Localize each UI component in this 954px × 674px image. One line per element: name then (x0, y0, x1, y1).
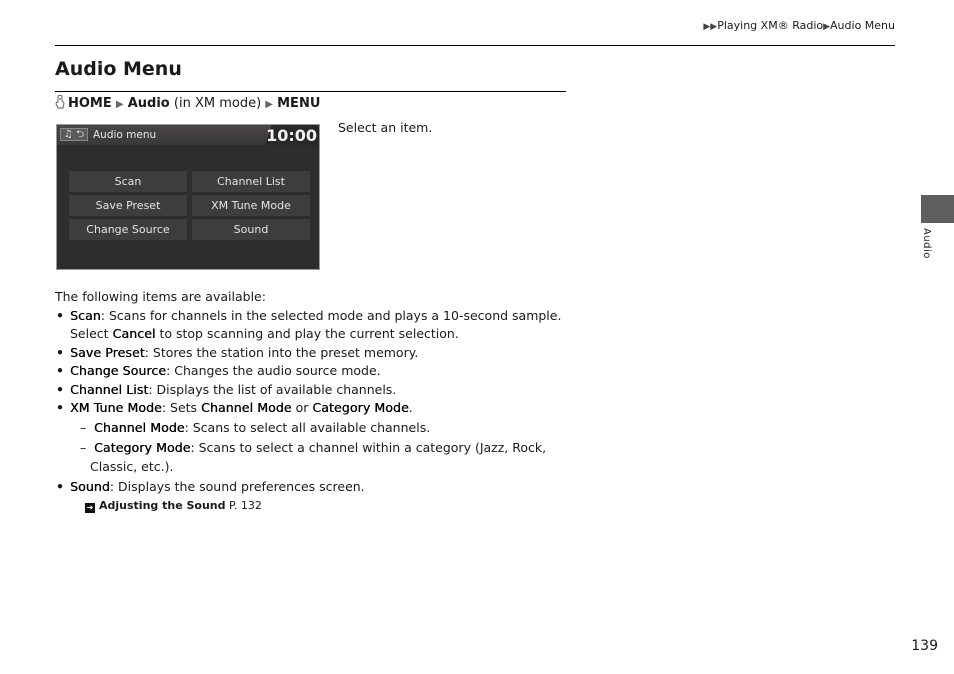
nav-menu: MENU (277, 96, 321, 111)
xref-label[interactable]: Adjusting the Sound (99, 499, 226, 512)
title-divider (55, 91, 566, 92)
section-tab-label: Audio (921, 228, 932, 259)
list-item: Change Source: Changes the audio source … (55, 362, 575, 381)
sub-list-item: – Category Mode: Scans to select a channe… (80, 440, 547, 474)
menu-grid: Scan Channel List Save Preset XM Tune Mo… (69, 171, 310, 240)
page-number: 139 (911, 638, 938, 654)
body-text: The following items are available: Scan:… (55, 288, 575, 515)
breadcrumb: ▶▶Playing XM® Radio▶Audio Menu (703, 19, 895, 32)
list-item: Save Preset: Stores the station into the… (55, 344, 575, 363)
arrow-icon: ▶ (115, 99, 124, 110)
clock: 10:00 (266, 126, 317, 145)
save-preset-button[interactable]: Save Preset (69, 195, 187, 216)
list-item: Scan: Scans for channels in the selected… (55, 307, 575, 344)
section-tab[interactable] (921, 195, 954, 223)
item-list: Scan: Scans for channels in the selected… (55, 307, 575, 497)
screen-header: ♫ ⮌ Audio menu 10:00 (57, 125, 319, 145)
breadcrumb-item[interactable]: Audio Menu (830, 19, 895, 32)
breadcrumb-item[interactable]: Playing XM® Radio (717, 19, 823, 32)
audio-menu-screen: ♫ ⮌ Audio menu 10:00 Scan Channel List S… (56, 124, 320, 270)
nav-audio-note: (in XM mode) (173, 96, 262, 111)
intro-text: The following items are available: (55, 289, 266, 304)
arrow-icon: ▶ (823, 22, 831, 32)
nav-audio: Audio (127, 96, 170, 111)
music-back-icon[interactable]: ♫ ⮌ (60, 128, 88, 141)
xref-page: P. 132 (229, 498, 262, 512)
channel-list-button[interactable]: Channel List (192, 171, 310, 192)
scan-button[interactable]: Scan (69, 171, 187, 192)
arrow-icon: ▶ (265, 99, 273, 110)
select-hint: Select an item. (338, 120, 433, 135)
screen-title: Audio menu (93, 129, 157, 141)
xm-tune-mode-button[interactable]: XM Tune Mode (192, 195, 310, 216)
cross-reference-link[interactable]: ➔ Adjusting the Sound P. 132 (55, 497, 575, 516)
list-item: Channel List: Displays the list of avail… (55, 381, 575, 400)
navigation-path: HOME ▶ Audio (in XM mode) ▶ MENU (55, 95, 320, 111)
nav-home: HOME (68, 96, 112, 111)
header-divider (55, 45, 895, 46)
double-arrow-icon: ▶▶ (703, 22, 718, 32)
sub-list: – Channel Mode: Scans to select all avail… (70, 419, 575, 477)
sound-button[interactable]: Sound (192, 219, 310, 240)
list-item: XM Tune Mode: Sets Channel Mode or Categ… (55, 399, 575, 476)
finger-press-icon (55, 95, 65, 109)
page-title: Audio Menu (55, 58, 182, 80)
list-item: Sound: Displays the sound preferences sc… (55, 478, 575, 497)
change-source-button[interactable]: Change Source (69, 219, 187, 240)
reference-arrow-icon: ➔ (85, 502, 95, 513)
sub-list-item: – Channel Mode: Scans to select all avail… (80, 419, 431, 435)
